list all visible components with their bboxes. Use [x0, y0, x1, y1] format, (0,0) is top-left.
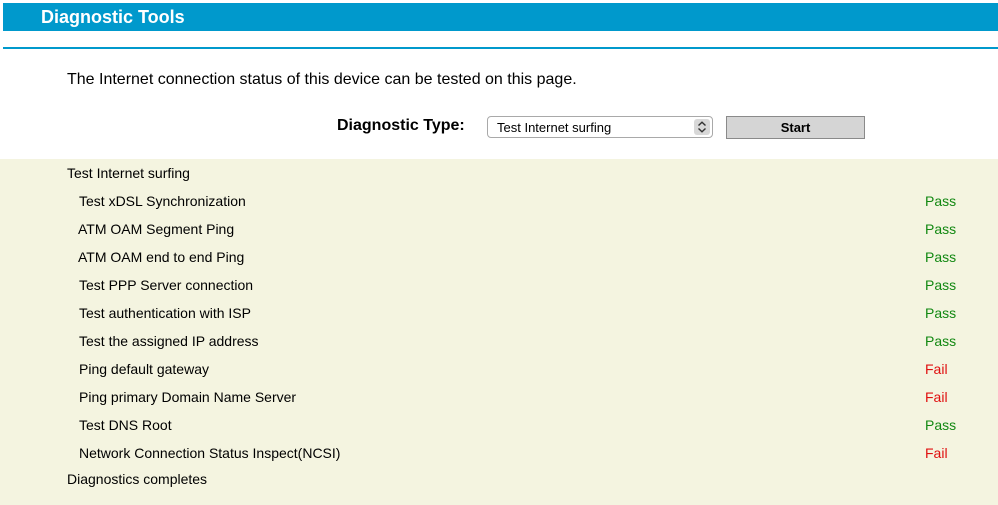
- result-name: Test the assigned IP address: [79, 333, 259, 349]
- result-name: Network Connection Status Inspect(NCSI): [79, 445, 341, 461]
- result-row: Test the assigned IP address Pass: [0, 327, 998, 355]
- result-name: ATM OAM end to end Ping: [78, 249, 245, 265]
- results-footer: Diagnostics completes: [67, 471, 208, 487]
- result-status: Pass: [925, 249, 957, 265]
- result-row: Test DNS Root Pass: [0, 411, 998, 439]
- result-status: Fail: [925, 389, 948, 405]
- results-panel: Test Internet surfing Test xDSL Synchron…: [0, 159, 998, 505]
- result-status: Fail: [925, 361, 948, 377]
- result-status: Fail: [925, 445, 948, 461]
- result-status: Pass: [925, 417, 957, 433]
- page-title: Diagnostic Tools: [3, 3, 998, 31]
- diagnostic-type-select[interactable]: Test Internet surfing: [487, 116, 713, 138]
- diagnostic-type-label: Diagnostic Type:: [337, 117, 465, 134]
- diagnostic-tools-page: Diagnostic Tools The Internet connection…: [0, 0, 998, 505]
- header-divider: [3, 47, 998, 49]
- result-row: Test xDSL Synchronization Pass: [0, 187, 998, 215]
- up-down-arrows-icon: [694, 119, 710, 135]
- result-name: Test xDSL Synchronization: [79, 193, 246, 209]
- result-name: Ping default gateway: [79, 361, 209, 377]
- result-row: Ping default gateway Fail: [0, 355, 998, 383]
- result-name: Test DNS Root: [79, 417, 172, 433]
- result-status: Pass: [925, 277, 957, 293]
- result-name: Ping primary Domain Name Server: [79, 389, 297, 405]
- result-row: Ping primary Domain Name Server Fail: [0, 383, 998, 411]
- result-row: ATM OAM Segment Ping Pass: [0, 215, 998, 243]
- result-status: Pass: [925, 333, 957, 349]
- result-name: Test PPP Server connection: [79, 277, 254, 293]
- result-status: Pass: [925, 221, 957, 237]
- diagnostic-type-value: Test Internet surfing: [497, 120, 612, 135]
- result-row: ATM OAM end to end Ping Pass: [0, 243, 998, 271]
- result-status: Pass: [925, 305, 957, 321]
- result-name: ATM OAM Segment Ping: [78, 221, 235, 237]
- result-row: Network Connection Status Inspect(NCSI) …: [0, 439, 998, 467]
- result-name: Test authentication with ISP: [79, 305, 251, 321]
- result-row: Test authentication with ISP Pass: [0, 299, 998, 327]
- result-row: Test PPP Server connection Pass: [0, 271, 998, 299]
- results-header: Test Internet surfing: [67, 165, 190, 181]
- page-description: The Internet connection status of this d…: [67, 71, 577, 88]
- start-button[interactable]: Start: [726, 116, 865, 139]
- result-status: Pass: [925, 193, 957, 209]
